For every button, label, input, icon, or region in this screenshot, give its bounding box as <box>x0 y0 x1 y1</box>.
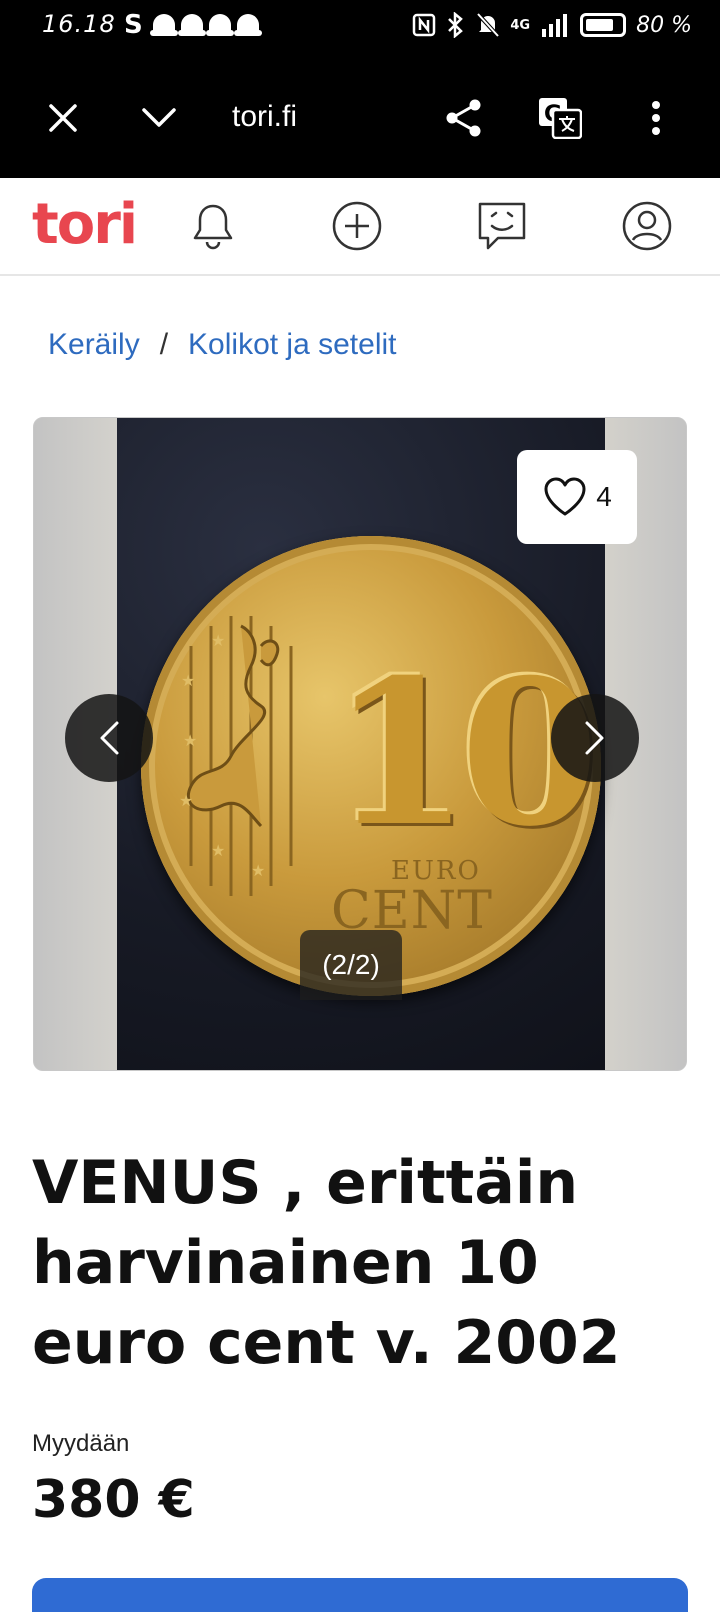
site-header: tori <box>0 178 720 276</box>
image-counter: (2/2) <box>300 930 402 1000</box>
messages-icon[interactable] <box>472 196 532 256</box>
breadcrumb-separator: / <box>159 328 169 361</box>
browser-toolbar: tori.fi G <box>0 56 720 178</box>
status-time: 16.18 <box>42 10 116 38</box>
snapchat-icon <box>205 14 234 36</box>
listing-type: Myydään <box>32 1430 130 1457</box>
svg-text:★: ★ <box>179 791 193 810</box>
next-image-button[interactable] <box>551 694 639 782</box>
breadcrumb-link-kolikot[interactable]: Kolikot ja setelit <box>188 328 396 362</box>
listing-title: VENUS , erittäin harvinainen 10 euro cen… <box>32 1148 621 1378</box>
image-gallery[interactable]: ★ ★ ★ ★ ★ ★ 10 EURO CENT 4 (2/2) <box>33 417 687 1071</box>
listing-price: 380 € <box>32 1470 195 1530</box>
breadcrumb: Keräily / Kolikot ja setelit <box>48 328 396 362</box>
favorite-count: 4 <box>596 481 612 512</box>
coin-europe-map: ★ ★ ★ ★ ★ ★ <box>179 616 293 896</box>
bell-icon[interactable] <box>183 196 243 256</box>
chevron-right-icon <box>585 721 604 755</box>
signal-icon <box>542 14 568 37</box>
chevron-down-icon[interactable] <box>137 96 181 140</box>
svg-text:★: ★ <box>181 671 195 690</box>
close-icon[interactable] <box>41 96 85 140</box>
muted-bell-icon <box>476 12 500 38</box>
network-type: 4G <box>510 17 531 33</box>
battery-percent: 80 % <box>636 12 692 38</box>
previous-image-button[interactable] <box>65 694 153 782</box>
tori-logo[interactable]: tori <box>32 192 138 257</box>
add-listing-icon[interactable] <box>327 196 387 256</box>
more-options-icon[interactable] <box>634 96 678 140</box>
system-icons: 4G 80 % <box>412 12 692 38</box>
battery-icon <box>580 13 627 37</box>
snapchat-icon <box>233 14 262 36</box>
heart-icon <box>544 477 586 516</box>
svg-text:★: ★ <box>211 841 225 860</box>
svg-text:★: ★ <box>211 631 225 650</box>
chevron-left-icon <box>100 721 119 755</box>
primary-action-button[interactable] <box>32 1578 688 1612</box>
bluetooth-icon <box>448 12 464 38</box>
favorite-button[interactable]: 4 <box>517 450 637 544</box>
snapchat-icon <box>177 14 206 36</box>
coin-value: 10 <box>331 636 599 871</box>
svg-text:★: ★ <box>183 731 197 750</box>
status-bar: 16.18 S 4G 80 % <box>0 0 720 56</box>
svg-text:★: ★ <box>251 861 265 880</box>
notification-s-icon: S <box>124 10 143 40</box>
profile-icon[interactable] <box>617 196 677 256</box>
coin-image: ★ ★ ★ ★ ★ ★ 10 EURO CENT <box>141 536 601 996</box>
share-icon[interactable] <box>442 96 486 140</box>
url-text[interactable]: tori.fi <box>232 100 297 134</box>
notification-icons: S <box>124 10 262 40</box>
snapchat-icon <box>149 14 178 36</box>
translate-icon[interactable]: G <box>538 96 582 140</box>
nfc-icon <box>413 13 436 37</box>
breadcrumb-link-kerailyt[interactable]: Keräily <box>48 328 140 362</box>
